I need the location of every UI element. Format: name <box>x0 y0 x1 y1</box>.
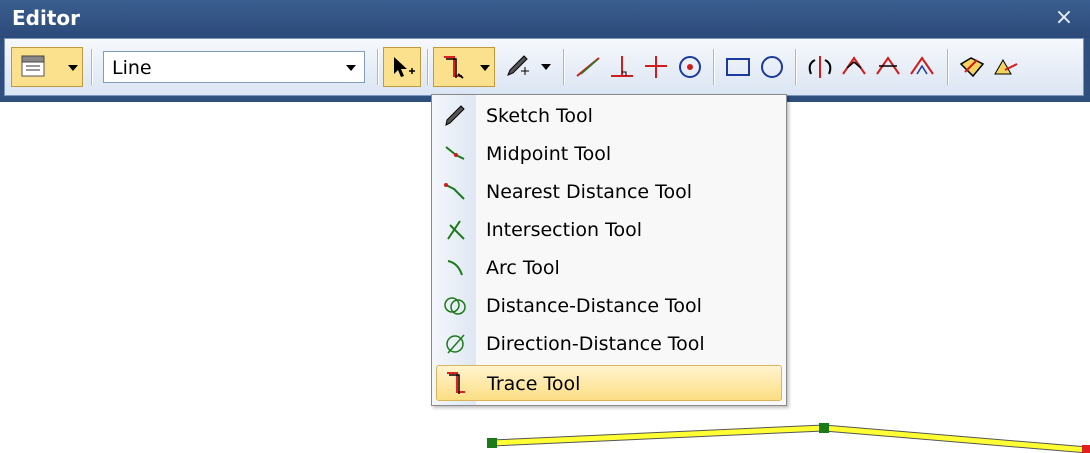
menu-item-label: Nearest Distance Tool <box>486 181 693 203</box>
sketch-polyline <box>491 425 1089 453</box>
menu-item-trace-tool[interactable]: Trace Tool <box>436 365 782 401</box>
menu-item-sketch-tool[interactable]: Sketch Tool <box>434 97 784 135</box>
distance-distance-icon <box>440 291 470 321</box>
menu-item-label: Arc Tool <box>486 257 560 279</box>
trace-icon <box>441 368 471 398</box>
menu-item-label: Sketch Tool <box>486 105 593 127</box>
menu-item-nearest-distance-tool[interactable]: Nearest Distance Tool <box>434 173 784 211</box>
menu-item-label: Midpoint Tool <box>486 143 612 165</box>
menu-item-label: Distance-Distance Tool <box>486 295 702 317</box>
menu-item-label: Intersection Tool <box>486 219 642 241</box>
menu-item-midpoint-tool[interactable]: Midpoint Tool <box>434 135 784 173</box>
menu-item-distance-distance-tool[interactable]: Distance-Distance Tool <box>434 287 784 325</box>
pencil-icon <box>440 101 470 131</box>
sketch-end-vertex[interactable] <box>1082 445 1090 453</box>
arc-icon <box>440 253 470 283</box>
midpoint-icon <box>440 139 470 169</box>
construction-tool-menu: Sketch Tool Midpoint Tool Nearest Distan… <box>431 94 787 406</box>
intersection-icon <box>440 215 470 245</box>
nearest-distance-icon <box>440 177 470 207</box>
sketch-vertex[interactable] <box>487 438 497 448</box>
menu-item-direction-distance-tool[interactable]: Direction-Distance Tool <box>434 325 784 363</box>
menu-item-arc-tool[interactable]: Arc Tool <box>434 249 784 287</box>
menu-item-label: Trace Tool <box>487 373 581 395</box>
direction-distance-icon <box>440 329 470 359</box>
menu-item-intersection-tool[interactable]: Intersection Tool <box>434 211 784 249</box>
sketch-vertex[interactable] <box>819 423 829 433</box>
menu-item-label: Direction-Distance Tool <box>486 333 705 355</box>
